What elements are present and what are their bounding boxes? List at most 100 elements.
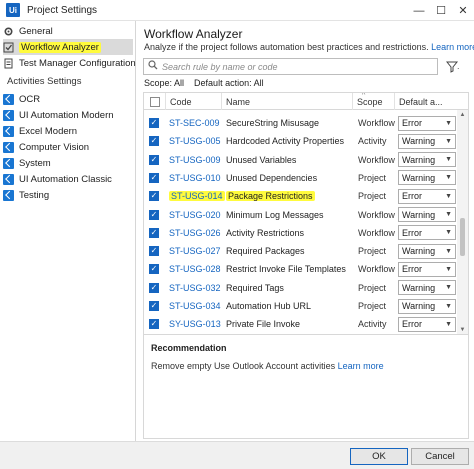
column-header-name[interactable]: Name — [222, 93, 353, 110]
rule-scope: Project — [358, 191, 387, 202]
default-action-dropdown[interactable]: Error ▼ — [398, 225, 456, 241]
rule-enabled-checkbox[interactable]: ✓ — [149, 319, 159, 330]
default-action-dropdown[interactable]: Error ▼ — [398, 316, 456, 332]
rule-code-text: ST-USG-034 — [169, 301, 221, 311]
default-action-dropdown[interactable]: Warning ▼ — [398, 133, 456, 149]
learn-more-link[interactable]: Learn more — [431, 42, 474, 52]
chevron-down-icon: ▼ — [445, 229, 452, 237]
rule-enabled-checkbox[interactable]: ✓ — [149, 264, 159, 275]
column-header-code[interactable]: Code — [166, 93, 222, 110]
search-input[interactable] — [162, 61, 432, 72]
rule-name-text: Required Tags — [226, 282, 284, 293]
sidebar-item-testing[interactable]: Testing — [3, 187, 49, 203]
rule-code-text: ST-USG-028 — [169, 264, 221, 275]
rule-enabled-checkbox[interactable]: ✓ — [149, 172, 159, 183]
scroll-down-icon[interactable]: ▼ — [457, 325, 468, 334]
rule-enabled-checkbox-cell: ✓ — [149, 224, 159, 242]
table-row[interactable]: ✓ ST-USG-010 Unused Dependencies Project War… — [144, 169, 458, 187]
recommendation-learn-more-link[interactable]: Learn more — [338, 361, 384, 371]
table-row[interactable]: ✓ ST-SEC-009 SecureString Misusage Workflow… — [144, 114, 458, 132]
sort-caret-icon: ^ — [362, 92, 366, 99]
rule-code-text: ST-USG-010 — [169, 172, 221, 183]
minimize-button[interactable]: — — [408, 0, 430, 21]
default-action-dropdown[interactable]: Warning ▼ — [398, 207, 456, 222]
sidebar-item-excel-modern[interactable]: Excel Modern — [3, 123, 77, 139]
default-action-dropdown[interactable]: Warning ▼ — [398, 243, 456, 259]
gear-icon — [3, 26, 14, 37]
default-action-dropdown[interactable]: Error ▼ — [398, 188, 456, 204]
rule-enabled-checkbox[interactable]: ✓ — [149, 118, 159, 128]
table-row[interactable]: ✓ ST-USG-014 Package Restrictions Project Er… — [144, 187, 458, 205]
activity-package-icon — [3, 189, 14, 201]
scope-filter[interactable]: Scope: All — [144, 78, 184, 88]
page-title: Workflow Analyzer — [144, 27, 243, 41]
rule-default-action: Error ▼ — [398, 224, 456, 242]
cancel-button[interactable]: Cancel — [411, 448, 469, 465]
default-action-dropdown[interactable]: Error ▼ — [398, 115, 456, 131]
rule-enabled-checkbox[interactable]: ✓ — [149, 227, 159, 238]
vertical-scrollbar[interactable]: ▲ ▼ — [457, 110, 468, 334]
test-manager-icon — [3, 58, 14, 69]
default-action-dropdown[interactable]: Warning ▼ — [398, 152, 456, 168]
select-all-checkbox[interactable] — [149, 96, 160, 107]
sidebar-item-ui-automation-classic[interactable]: UI Automation Classic — [3, 171, 112, 187]
sidebar-item-system[interactable]: System — [3, 155, 51, 171]
rule-enabled-checkbox[interactable]: ✓ — [149, 209, 159, 220]
default-action-dropdown[interactable]: Warning ▼ — [398, 298, 456, 314]
rule-enabled-checkbox[interactable]: ✓ — [149, 154, 159, 165]
ok-button[interactable]: OK — [350, 448, 408, 465]
column-header-scope[interactable]: Scope — [353, 93, 395, 110]
table-row[interactable]: ✓ ST-USG-027 Required Packages Project Warni… — [144, 242, 458, 260]
rule-enabled-checkbox[interactable]: ✓ — [149, 282, 159, 293]
activities-settings-heading: Activities Settings — [7, 76, 82, 87]
rule-name-text: Activity Restrictions — [226, 227, 305, 238]
rule-default-action: Error ▼ — [398, 114, 456, 132]
chevron-down-icon: ▼ — [445, 156, 452, 164]
rule-code: ST-USG-034 — [169, 297, 221, 315]
chevron-down-icon: ▼ — [445, 174, 452, 182]
rule-scope: Project — [358, 246, 387, 257]
chevron-down-icon: ▼ — [445, 284, 452, 292]
rule-name: Activity Restrictions — [226, 224, 304, 242]
table-row[interactable]: ✓ ST-USG-032 Required Tags Project Warning ▼ — [144, 279, 458, 297]
table-row[interactable]: ✓ ST-USG-028 Restrict Invoke File Template… — [144, 260, 458, 278]
table-row[interactable]: ✓ ST-USG-009 Unused Variables Workflow Warni… — [144, 151, 458, 169]
default-action-dropdown[interactable]: Error ▼ — [398, 261, 456, 277]
table-row[interactable]: ✓ ST-USG-034 Automation Hub URL Project Warn… — [144, 297, 458, 315]
table-row[interactable]: ✓ ST-USG-026 Activity Restrictions Workflow… — [144, 224, 458, 242]
rule-code-text: ST-USG-027 — [169, 246, 221, 257]
default-action-filter[interactable]: Default action: All — [194, 78, 264, 88]
rule-enabled-checkbox[interactable]: ✓ — [149, 301, 159, 311]
rule-code: ST-SEC-009 — [169, 114, 220, 132]
sidebar-item-workflow-analyzer[interactable]: Workflow Analyzer — [3, 39, 133, 55]
rule-code-text: ST-USG-005 — [169, 136, 221, 147]
filter-button[interactable] — [442, 58, 464, 75]
sidebar-item-computer-vision[interactable]: Computer Vision — [3, 139, 89, 155]
rule-code-text: ST-USG-014 — [169, 191, 225, 202]
sidebar-item-ui-automation-modern[interactable]: UI Automation Modern — [3, 107, 114, 123]
rule-default-action: Error ▼ — [398, 315, 456, 333]
sidebar-item-ocr[interactable]: OCR — [3, 91, 40, 107]
table-row[interactable]: ✓ ST-USG-020 Minimum Log Messages Workflow W… — [144, 206, 458, 224]
search-box[interactable] — [143, 58, 438, 75]
rule-enabled-checkbox[interactable]: ✓ — [149, 136, 159, 147]
scroll-up-icon[interactable]: ▲ — [457, 110, 468, 120]
sidebar-item-test-manager[interactable]: Test Manager Configuration — [3, 55, 136, 71]
column-header-default-action[interactable]: Default a... — [395, 93, 458, 110]
select-all-column — [144, 93, 166, 110]
chevron-down-icon: ▼ — [445, 302, 452, 310]
rule-enabled-checkbox[interactable]: ✓ — [149, 191, 159, 202]
scroll-thumb[interactable] — [460, 218, 465, 256]
default-action-dropdown[interactable]: Warning ▼ — [398, 170, 456, 186]
rule-enabled-checkbox-cell: ✓ — [149, 315, 159, 333]
table-row[interactable]: ✓ SY-USG-013 Private File Invoke Activity Er… — [144, 315, 458, 333]
maximize-button[interactable]: ☐ — [430, 0, 452, 21]
close-button[interactable]: ✕ — [452, 0, 474, 21]
sidebar-item-general[interactable]: General — [3, 23, 53, 39]
table-row[interactable]: ✓ ST-USG-005 Hardcoded Activity Properties… — [144, 132, 458, 150]
default-action-dropdown[interactable]: Warning ▼ — [398, 280, 456, 296]
rule-enabled-checkbox[interactable]: ✓ — [149, 246, 159, 257]
activity-package-icon — [3, 173, 14, 185]
rule-scope: Project — [358, 301, 387, 311]
recommendation-panel: Recommendation Remove empty Use Outlook … — [143, 335, 469, 439]
